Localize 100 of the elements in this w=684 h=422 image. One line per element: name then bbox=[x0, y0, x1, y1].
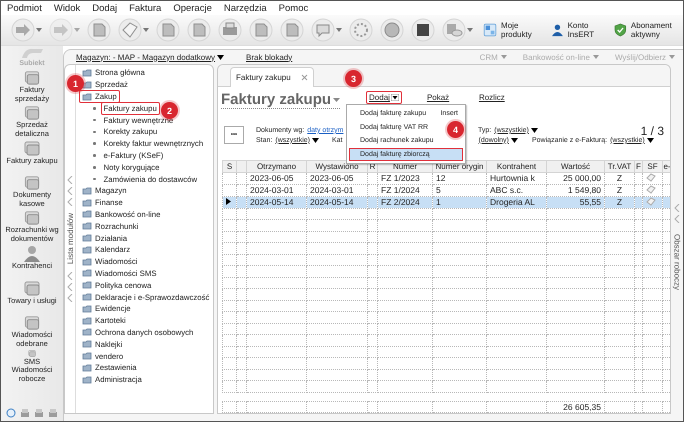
folder-icon bbox=[82, 304, 92, 314]
action-link[interactable]: Rozlicz bbox=[476, 91, 528, 104]
column-header[interactable]: Kontrahent bbox=[486, 160, 546, 172]
table-cell: 2023-06-05 bbox=[250, 173, 294, 183]
table-cell: FZ 1/2023 bbox=[381, 173, 420, 183]
folder-icon bbox=[82, 339, 92, 350]
circle-icon[interactable] bbox=[5, 407, 17, 419]
stack-icon[interactable] bbox=[33, 407, 45, 419]
folder-icon bbox=[82, 351, 92, 362]
caret-icon bbox=[336, 28, 342, 32]
caret-icon bbox=[510, 138, 518, 143]
page-title[interactable]: Faktury zakupu bbox=[221, 91, 340, 110]
table-cell: ABC s.c. bbox=[490, 185, 524, 195]
table-cell: 25 000,00 bbox=[563, 173, 601, 183]
table-cell: 1 bbox=[436, 197, 441, 207]
folder-icon bbox=[82, 233, 92, 244]
document-icon bbox=[249, 18, 273, 42]
column-header[interactable]: S bbox=[222, 160, 236, 172]
caret-icon bbox=[592, 55, 599, 59]
stack-icon[interactable] bbox=[19, 407, 31, 419]
column-header[interactable]: Wartość bbox=[546, 160, 604, 172]
document-icon bbox=[280, 18, 304, 42]
tag-icon bbox=[118, 18, 142, 42]
caret-icon bbox=[74, 28, 80, 32]
table-row[interactable]: 2023-06-05 2023-06-05 FZ 1/2023 12 Hurtownia k 25 000,00 Z bbox=[222, 172, 670, 184]
row-pointer-icon bbox=[226, 198, 231, 205]
folder-icon bbox=[82, 316, 92, 326]
folder-icon bbox=[82, 256, 92, 267]
page-counter: 1 / 3 bbox=[640, 124, 664, 138]
table-cell: 2024-03-01 bbox=[250, 185, 294, 195]
caret-icon bbox=[500, 55, 507, 59]
bullet-icon bbox=[93, 178, 96, 180]
folder-icon bbox=[82, 92, 92, 102]
folder-icon bbox=[82, 327, 92, 338]
speech-bubble-icon bbox=[311, 18, 335, 42]
action-link[interactable]: Pokaż bbox=[424, 91, 476, 104]
table-cell: 2024-03-01 bbox=[310, 185, 354, 195]
table-cell: Z bbox=[616, 173, 622, 183]
caret-icon bbox=[217, 54, 224, 60]
bullet-icon bbox=[93, 130, 96, 134]
table-cell: 2024-05-14 bbox=[250, 197, 294, 207]
table-cell: 1 549,80 bbox=[568, 185, 601, 195]
table-cell: Z bbox=[616, 185, 622, 195]
shield-button[interactable]: Abonament aktywny bbox=[607, 19, 683, 41]
bullet-icon bbox=[93, 118, 96, 122]
person-button[interactable]: Konto InsERT bbox=[544, 19, 608, 41]
table-cell: 2024-05-14 bbox=[310, 197, 354, 207]
folder-icon bbox=[82, 292, 92, 302]
caret-icon bbox=[143, 28, 149, 32]
table-cell: 12 bbox=[436, 173, 446, 183]
panel-label: Obszar roboczy bbox=[672, 234, 682, 290]
caret-icon bbox=[312, 138, 319, 143]
table-cell: 5 bbox=[436, 185, 441, 195]
caret-icon bbox=[333, 98, 340, 102]
menu-item[interactable]: Podmiot bbox=[7, 2, 42, 14]
caret-icon bbox=[646, 138, 654, 143]
table-row[interactable]: 2024-03-01 2024-03-01 FZ 1/2024 5 ABC s.c. 1 549,80 Z bbox=[222, 184, 670, 196]
document-icon bbox=[187, 18, 211, 42]
printer-icon bbox=[218, 18, 242, 42]
table-cell: Z bbox=[616, 197, 622, 207]
bullet-icon bbox=[93, 154, 96, 157]
bullet-icon bbox=[93, 166, 96, 169]
document-icon bbox=[156, 18, 180, 42]
warehouse-dropdown[interactable]: Magazyn: - MAP - Magazyn dodatkowy bbox=[76, 52, 246, 62]
document-icon bbox=[87, 18, 111, 42]
close-icon[interactable] bbox=[300, 74, 308, 82]
bullet-icon bbox=[93, 107, 96, 110]
stack-icon[interactable] bbox=[47, 407, 59, 419]
folder-icon bbox=[82, 198, 92, 208]
folder-icon bbox=[82, 186, 92, 196]
menu-item[interactable]: Operacje bbox=[173, 2, 212, 14]
caret-icon bbox=[669, 55, 675, 59]
table-cell: Drogeria AL bbox=[490, 197, 535, 207]
folder-icon bbox=[82, 280, 92, 290]
caret-icon bbox=[530, 128, 538, 133]
bullet-icon bbox=[93, 142, 96, 145]
column-header[interactable]: SF bbox=[642, 160, 662, 172]
folder-icon bbox=[82, 209, 92, 220]
folder-icon bbox=[82, 362, 92, 373]
menu-item[interactable]: Narzędzia bbox=[224, 2, 267, 14]
folder-icon bbox=[82, 221, 92, 232]
table-row[interactable]: 2024-05-14 2024-05-14 FZ 2/2024 1 Drogeria AL 55,55 Z bbox=[222, 196, 670, 208]
menu-item[interactable]: Dodaj bbox=[92, 2, 118, 14]
table-cell: FZ 1/2024 bbox=[381, 185, 420, 195]
panel-label: Lista modułów bbox=[66, 213, 74, 265]
tiles-button[interactable]: Moje produkty bbox=[476, 19, 544, 41]
folder-icon bbox=[82, 374, 92, 385]
menu-item[interactable]: Pomoc bbox=[278, 2, 308, 14]
caret-icon bbox=[467, 28, 473, 32]
menu-item[interactable]: Widok bbox=[54, 2, 80, 14]
menu-item[interactable]: Faktura bbox=[129, 2, 162, 14]
column-header[interactable]: Tr.VAT bbox=[604, 160, 634, 172]
tab[interactable]: Faktury zakupu bbox=[230, 67, 314, 88]
lock-status-link[interactable]: Brak blokady bbox=[246, 52, 292, 62]
table-cell: Hurtownia k bbox=[490, 173, 535, 183]
folder-icon bbox=[82, 68, 92, 78]
table-cell: FZ 2/2024 bbox=[381, 197, 420, 207]
column-header[interactable]: Otrzymano bbox=[246, 160, 306, 172]
total-value: 26 605,35 bbox=[563, 402, 601, 412]
ring-icon bbox=[349, 18, 373, 42]
